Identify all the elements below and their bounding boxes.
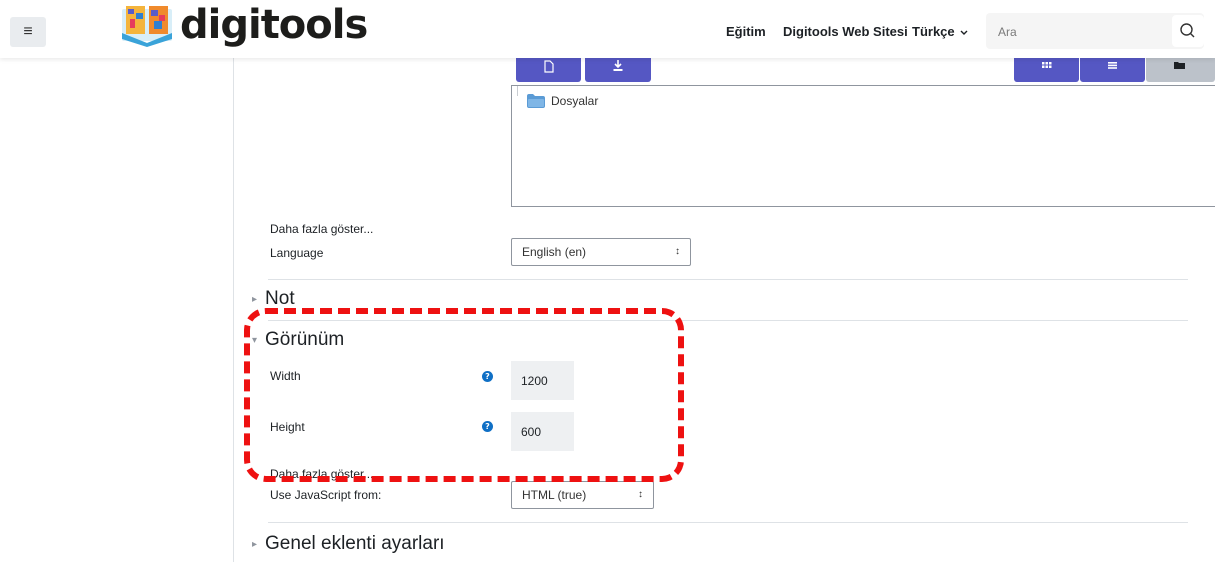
show-more-link[interactable]: Daha fazla göster... bbox=[270, 222, 373, 236]
help-icon[interactable]: ? bbox=[482, 421, 493, 432]
file-icon bbox=[544, 60, 554, 73]
chevron-down-icon bbox=[960, 30, 968, 35]
help-icon[interactable]: ? bbox=[482, 371, 493, 382]
show-more-link[interactable]: Daha fazla göster... bbox=[270, 467, 373, 481]
nav-link-egitim[interactable]: Eğitim bbox=[726, 24, 766, 39]
language-label: Language bbox=[270, 246, 324, 260]
download-icon bbox=[613, 60, 623, 71]
javascript-label: Use JavaScript from: bbox=[270, 488, 382, 502]
add-file-button[interactable] bbox=[516, 58, 581, 82]
select-arrows-icon: ↕ bbox=[638, 489, 643, 500]
folder-view-icon bbox=[1174, 62, 1185, 69]
javascript-select[interactable]: HTML (true) ↕ bbox=[511, 481, 654, 509]
search-box bbox=[986, 13, 1204, 51]
width-label: Width bbox=[270, 369, 301, 383]
download-button[interactable] bbox=[585, 58, 651, 82]
nav-link-website[interactable]: Digitools Web Sitesi bbox=[783, 24, 908, 39]
section-divider bbox=[268, 320, 1188, 321]
section-divider bbox=[268, 279, 1188, 280]
section-gorunum-title: Görünüm bbox=[265, 329, 345, 350]
caret-down-icon: ▾ bbox=[252, 334, 258, 346]
section-gorunum-header[interactable]: ▾ Görünüm bbox=[252, 329, 344, 351]
section-not-header[interactable]: ▸ Not bbox=[252, 288, 295, 310]
section-divider bbox=[268, 522, 1188, 523]
height-label: Height bbox=[270, 420, 305, 434]
caret-right-icon: ▸ bbox=[252, 538, 258, 550]
section-not-title: Not bbox=[265, 288, 295, 309]
menu-toggle-button[interactable]: ≡ bbox=[10, 17, 46, 47]
file-tree-area bbox=[511, 85, 1215, 207]
section-genel-header[interactable]: ▸ Genel eklenti ayarları bbox=[252, 533, 445, 555]
language-menu-label: Türkçe bbox=[912, 24, 955, 39]
grid-view-icon bbox=[1042, 62, 1052, 68]
javascript-select-value: HTML (true) bbox=[522, 488, 587, 502]
top-navbar: ≡ digitools Eğitim Digitools Web Sitesi … bbox=[0, 0, 1215, 58]
language-select[interactable]: English (en) ↕ bbox=[511, 238, 691, 266]
list-view-icon bbox=[1108, 62, 1117, 69]
folder-label: Dosyalar bbox=[551, 94, 599, 108]
view-list-button[interactable] bbox=[1080, 58, 1145, 82]
width-input[interactable] bbox=[511, 361, 574, 400]
search-input[interactable] bbox=[986, 13, 1180, 51]
folder-icon bbox=[527, 94, 545, 108]
select-arrows-icon: ↕ bbox=[675, 246, 680, 257]
search-icon bbox=[1180, 23, 1195, 38]
caret-right-icon: ▸ bbox=[252, 293, 258, 305]
search-button[interactable] bbox=[1172, 15, 1204, 47]
book-logo-icon bbox=[122, 6, 172, 47]
view-tree-button[interactable] bbox=[1146, 58, 1215, 82]
tree-connector bbox=[517, 86, 518, 96]
language-select-value: English (en) bbox=[522, 245, 587, 259]
brand-name: digitools bbox=[180, 2, 368, 48]
section-genel-title: Genel eklenti ayarları bbox=[265, 533, 445, 554]
site-logo[interactable]: digitools bbox=[118, 0, 368, 50]
language-menu[interactable]: Türkçe bbox=[912, 24, 968, 39]
view-icons-button[interactable] bbox=[1014, 58, 1079, 82]
drawer-divider bbox=[233, 58, 234, 562]
height-input[interactable] bbox=[511, 412, 574, 451]
folder-item[interactable]: Dosyalar bbox=[527, 94, 598, 108]
